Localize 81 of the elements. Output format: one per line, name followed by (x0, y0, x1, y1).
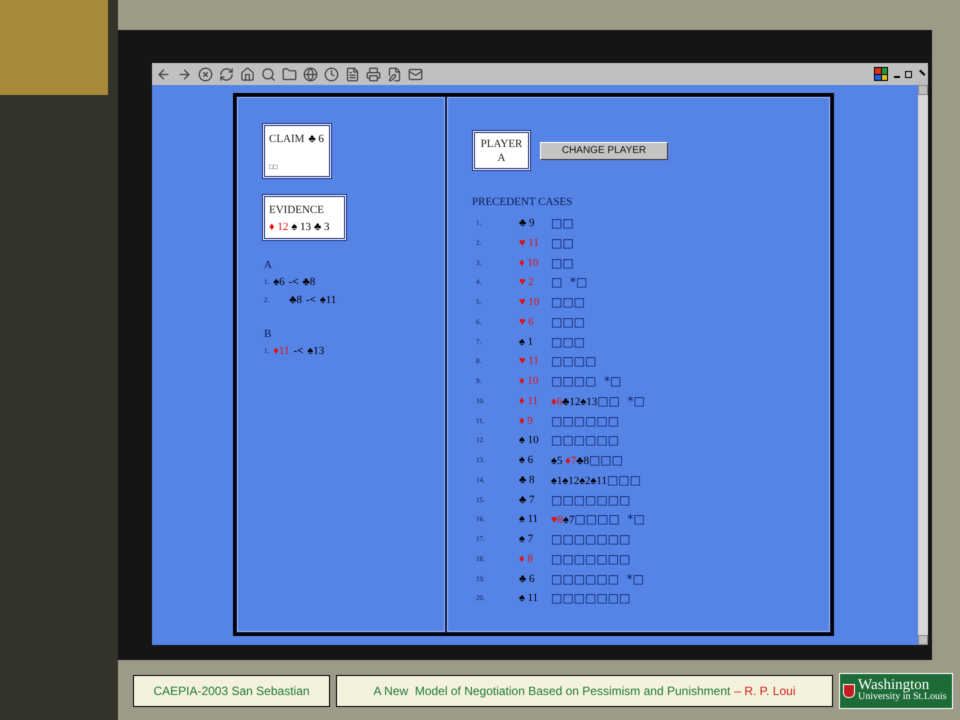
case-detail: ♠5 ♦7♣8□□□ (551, 452, 623, 470)
case-card-text: ♠ 1 (519, 336, 534, 348)
claim-card-text: ♣ 6 (308, 132, 324, 147)
case-detail: □□□□□□□ (551, 550, 630, 568)
change-player-button[interactable]: CHANGE PLAYER (540, 142, 668, 160)
player-heading: B (264, 326, 272, 342)
refresh-icon[interactable] (219, 66, 234, 82)
case-card-text: ♦ 11 (519, 394, 538, 407)
case-card-text: ♣ 7 (519, 494, 534, 506)
case-detail: □□□ (551, 334, 586, 351)
case-card-text: ♥ 11 (519, 236, 539, 249)
case-detail: ♠1♠12♠2♠11□□□ (551, 472, 641, 489)
evidence-card-text: ♠ 13 (291, 220, 311, 234)
precedent-cases-heading: PRECEDENT CASES (472, 195, 574, 210)
conference-label: CAEPIA-2003 San Sebastian (133, 675, 330, 707)
case-card-text: ♥ 11 (519, 355, 539, 368)
case-card-text: ♣ 9 (519, 217, 534, 230)
case-card-text: ♠ 11 (519, 592, 538, 604)
logo-subtitle: University in St.Louis (858, 691, 947, 703)
search-icon[interactable] (261, 66, 276, 82)
shield-icon (843, 684, 855, 698)
document-icon[interactable] (345, 66, 360, 82)
attack-symbol: -< (293, 344, 304, 359)
case-detail: □□ (551, 234, 574, 252)
back-icon[interactable] (156, 66, 171, 82)
case-card-text: ♦ 9 (519, 414, 533, 427)
argument-card-text: ♣8 (288, 293, 302, 308)
edit-icon[interactable] (387, 66, 402, 82)
evidence-card-text: ♦ 12 (269, 220, 288, 234)
case-detail: □□□□□□□ (551, 531, 630, 548)
attack-symbol: -< (306, 293, 316, 308)
case-card-text: ♦ 10 (519, 256, 538, 269)
case-detail: □□□□ *□ (551, 373, 622, 390)
case-card-text: ♥ 6 (519, 316, 534, 328)
argument-card-text: ♠11 (320, 293, 336, 308)
case-card-text: ♠ 11 (519, 513, 538, 526)
case-card-text: ♣ 6 (519, 572, 534, 585)
case-detail: □□□□□□ (551, 412, 620, 430)
case-card-text: ♠ 7 (519, 533, 534, 546)
stop-icon[interactable] (198, 66, 213, 82)
case-card-text: ♥ 2 (519, 276, 534, 288)
claim-label: CLAIM (269, 132, 304, 147)
talk-title: A New Model of Negotiation Based on Pessimism and Punishment (373, 683, 730, 700)
case-detail: ♦6♣12♠13□□ *□ (551, 392, 645, 410)
argument-card-text: ♦11 (273, 344, 290, 359)
globe-icon[interactable] (303, 66, 318, 82)
home-icon[interactable] (240, 66, 255, 82)
case-card-text: ♠ 6 (519, 454, 534, 466)
player-label: PLAYER (480, 136, 522, 150)
case-card-text: ♦ 10 (519, 375, 538, 388)
argument-card-text: ♣8 (302, 275, 316, 290)
case-detail: ♥8♠7□□□□ *□ (551, 511, 645, 528)
case-detail: □□□□□□ (551, 432, 620, 450)
case-detail: □□ (551, 254, 574, 272)
logo-name: Washington (858, 679, 930, 691)
print-icon[interactable] (366, 66, 381, 82)
case-detail: □ *□ (551, 274, 588, 292)
clock-icon[interactable] (324, 66, 339, 82)
attack-symbol: -< (288, 275, 299, 290)
case-detail: □□□□□□ *□ (551, 570, 644, 588)
argument-card-text: ♠13 (307, 344, 324, 359)
case-card-text: ♥ 10 (519, 296, 540, 308)
folder-icon[interactable] (282, 66, 297, 82)
case-detail: □□□ (551, 314, 586, 331)
case-detail: □□□□□□□ (551, 492, 630, 509)
case-card-text: ♠ 10 (519, 434, 539, 446)
case-detail: □□□ (551, 294, 586, 312)
case-card-text: ♦ 8 (519, 552, 533, 565)
mail-icon[interactable] (408, 66, 423, 82)
evidence-label: EVIDENCE (269, 203, 325, 218)
case-detail: □□ (551, 215, 574, 232)
author-name: – R. P. Loui (734, 683, 796, 700)
player-heading: A (264, 258, 273, 273)
windows-logo-icon (874, 67, 888, 81)
case-detail: □□□□□□□ (551, 590, 630, 608)
player-value: A (498, 150, 506, 164)
argument-card-text: ♠6 (273, 275, 285, 290)
case-card-text: ♣ 8 (519, 474, 534, 486)
case-detail: □□□□ (551, 353, 596, 370)
evidence-card-text: ♣ 3 (314, 220, 330, 234)
forward-icon[interactable] (177, 66, 192, 82)
